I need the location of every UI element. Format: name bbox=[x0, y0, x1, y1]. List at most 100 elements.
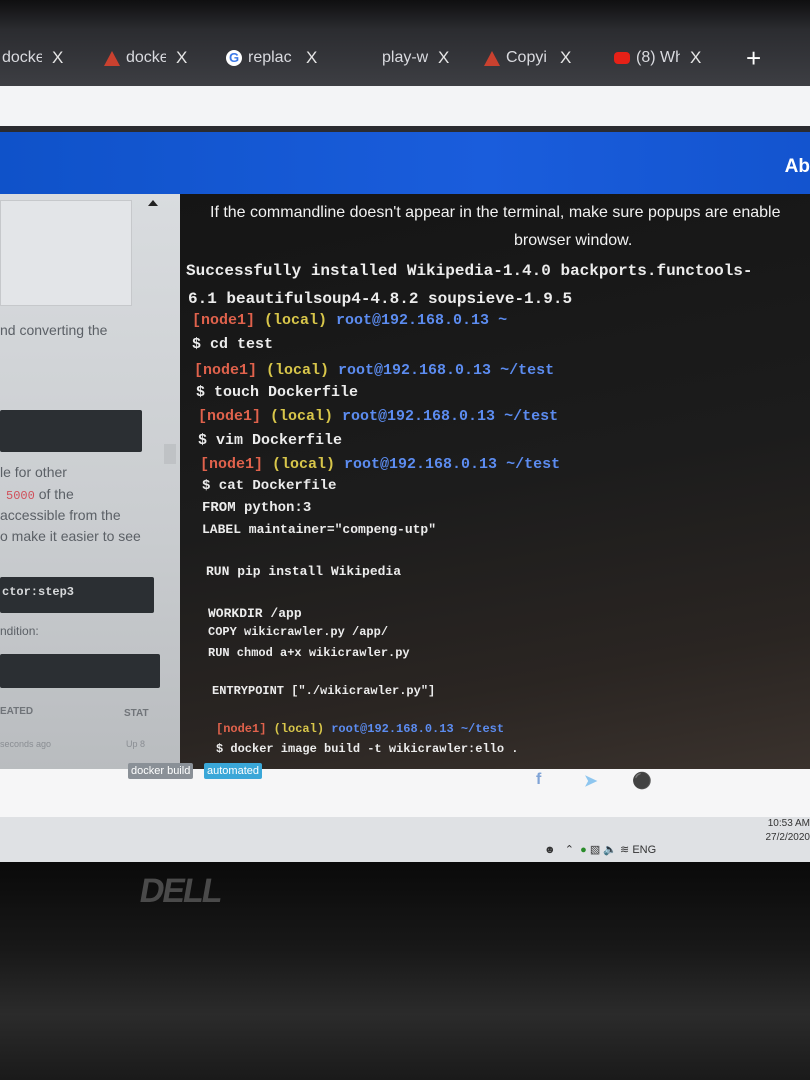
prompt-dir: ~ bbox=[489, 312, 508, 329]
prompt-local: (local) bbox=[261, 408, 334, 425]
tab-label: replac bbox=[248, 49, 292, 66]
facebook-icon[interactable]: f bbox=[536, 771, 541, 789]
new-tab-button[interactable]: + bbox=[746, 44, 761, 72]
volume-icon[interactable]: 🔈 bbox=[603, 844, 617, 856]
code-block[interactable] bbox=[0, 410, 142, 452]
terminal-output-line: RUN chmod a+x wikicrawler.py bbox=[208, 646, 410, 660]
terminal-output-line: $ cd test bbox=[192, 336, 274, 353]
terminal-prompt-line: [node1] (local) root@192.168.0.13 ~/test bbox=[216, 722, 504, 736]
table-cell: seconds ago bbox=[0, 739, 52, 749]
tab-label: play-w bbox=[382, 49, 428, 66]
terminal-window[interactable]: If the commandline doesn't appear in the… bbox=[180, 194, 810, 769]
chevron-up-icon[interactable]: ⌃ bbox=[565, 844, 574, 856]
terminal-output-line: $ vim Dockerfile bbox=[198, 432, 343, 449]
close-icon[interactable]: X bbox=[438, 48, 449, 68]
pinterest-icon[interactable]: ⚫ bbox=[632, 771, 652, 791]
tag-automated[interactable]: automated bbox=[204, 763, 262, 779]
prompt-host: root@192.168.0.13 bbox=[324, 722, 454, 736]
terminal-output-line: LABEL maintainer="compeng-utp" bbox=[202, 522, 437, 537]
terminal-prompt-line: [node1] (local) root@192.168.0.13 ~/test bbox=[198, 408, 558, 425]
wifi-icon[interactable]: ≋ bbox=[620, 844, 629, 856]
instruction-text: le for other bbox=[0, 464, 67, 480]
tab-label: docke bbox=[2, 49, 42, 66]
scroll-thumb[interactable] bbox=[164, 444, 176, 464]
status-dot-icon[interactable]: ● bbox=[580, 844, 587, 856]
terminal-output-line: ENTRYPOINT ["./wikicrawler.py"] bbox=[212, 684, 436, 698]
instruction-text: o make it easier to see bbox=[0, 528, 141, 544]
instruction-text: accessible from the bbox=[0, 507, 121, 523]
tab-copying[interactable]: Copyi X bbox=[484, 44, 571, 72]
prompt-local: (local) bbox=[266, 722, 325, 736]
close-icon[interactable]: X bbox=[690, 48, 701, 68]
tab-docker-1[interactable]: docke X bbox=[2, 44, 63, 72]
code-block[interactable]: ctor:step3 bbox=[0, 577, 154, 613]
terminal-notice: If the commandline doesn't appear in the… bbox=[210, 204, 781, 221]
clock-date: 27/2/2020 bbox=[765, 832, 810, 843]
instruction-card bbox=[0, 200, 132, 306]
instruction-text: ndition: bbox=[0, 624, 39, 638]
tags-and-share-row: docker build automated f ➤ ⚫ bbox=[0, 763, 810, 817]
tab-label: Copyi bbox=[506, 49, 547, 66]
prompt-local: (local) bbox=[257, 362, 330, 379]
twitter-icon[interactable]: ➤ bbox=[584, 771, 597, 791]
terminal-output-line: $ cat Dockerfile bbox=[202, 478, 337, 494]
tab-label: (8) Wh bbox=[636, 49, 680, 66]
close-icon[interactable]: X bbox=[560, 48, 571, 68]
terminal-output-line: $ touch Dockerfile bbox=[196, 384, 359, 401]
clock[interactable]: 10:53 AM 27/2/2020 bbox=[766, 817, 810, 845]
tab-replace[interactable]: G replac X bbox=[226, 44, 317, 72]
instruction-text: 5000 of the bbox=[6, 486, 74, 503]
instruction-text: nd converting the bbox=[0, 322, 108, 338]
people-icon[interactable]: ☻ bbox=[544, 844, 556, 856]
terminal-prompt-line: [node1] (local) root@192.168.0.13 ~ bbox=[192, 312, 507, 329]
table-header-created: EATED bbox=[0, 706, 34, 717]
browser-tab-strip: docke X docke X G replac X play-w X Copy… bbox=[0, 0, 810, 86]
prompt-host: root@192.168.0.13 bbox=[329, 362, 492, 379]
laptop-bezel bbox=[0, 862, 810, 1080]
close-icon[interactable]: X bbox=[306, 48, 317, 68]
close-icon[interactable]: X bbox=[176, 48, 187, 68]
terminal-prompt-line: [node1] (local) root@192.168.0.13 ~/test bbox=[194, 362, 554, 379]
terminal-output-line: COPY wikicrawler.py /app/ bbox=[208, 625, 389, 639]
tab-docker-2[interactable]: docke X bbox=[104, 44, 187, 72]
prompt-node: [node1] bbox=[198, 408, 262, 425]
prompt-host: root@192.168.0.13 bbox=[327, 312, 490, 329]
instruction-text-rest: of the bbox=[34, 486, 74, 502]
system-tray: ☻ ⌃ ● ▧ 🔈 ≋ ENG bbox=[544, 843, 656, 856]
prompt-host: root@192.168.0.13 bbox=[335, 456, 498, 473]
tab-youtube[interactable]: (8) Wh X bbox=[614, 44, 701, 72]
code-text: ctor:step3 bbox=[2, 585, 75, 599]
terminal-output-line: FROM python:3 bbox=[202, 500, 312, 516]
warning-icon bbox=[104, 50, 120, 66]
network-icon[interactable]: ▧ bbox=[590, 844, 600, 856]
terminal-output-line: WORKDIR /app bbox=[208, 606, 302, 621]
header-link-about[interactable]: Ab bbox=[785, 156, 810, 178]
prompt-dir: ~/test bbox=[495, 408, 559, 425]
terminal-output-line: $ docker image build -t wikicrawler:ello… bbox=[216, 742, 519, 756]
terminal-output-line: RUN pip install Wikipedia bbox=[206, 564, 402, 579]
google-icon: G bbox=[226, 50, 242, 66]
terminal-notice: browser window. bbox=[514, 232, 633, 249]
code-block[interactable] bbox=[0, 654, 160, 688]
prompt-dir: ~/test bbox=[491, 362, 555, 379]
address-bar[interactable] bbox=[0, 86, 810, 126]
language-indicator[interactable]: ENG bbox=[632, 844, 656, 856]
terminal-output-line: Successfully installed Wikipedia-1.4.0 b… bbox=[186, 262, 753, 280]
terminal-output-line: 6.1 beautifulsoup4-4.8.2 soupsieve-1.9.5 bbox=[188, 290, 573, 308]
prompt-node: [node1] bbox=[192, 312, 256, 329]
laptop-brand-logo: DELL bbox=[136, 872, 225, 910]
close-icon[interactable]: X bbox=[52, 48, 63, 68]
tab-play-with-docker[interactable]: play-w X bbox=[382, 44, 449, 72]
prompt-local: (local) bbox=[255, 312, 328, 329]
tab-label: docke bbox=[126, 49, 166, 66]
tag-docker-build[interactable]: docker build bbox=[128, 763, 194, 779]
prompt-local: (local) bbox=[263, 456, 336, 473]
terminal-prompt-line: [node1] (local) root@192.168.0.13 ~/test bbox=[200, 456, 560, 473]
prompt-node: [node1] bbox=[200, 456, 264, 473]
page-header: Ab bbox=[0, 132, 810, 194]
prompt-dir: ~/test bbox=[497, 456, 561, 473]
prompt-host: root@192.168.0.13 bbox=[333, 408, 496, 425]
panel-scrollbar[interactable] bbox=[140, 194, 194, 754]
warning-icon bbox=[484, 50, 500, 66]
scroll-up-arrow-icon[interactable] bbox=[148, 200, 158, 206]
